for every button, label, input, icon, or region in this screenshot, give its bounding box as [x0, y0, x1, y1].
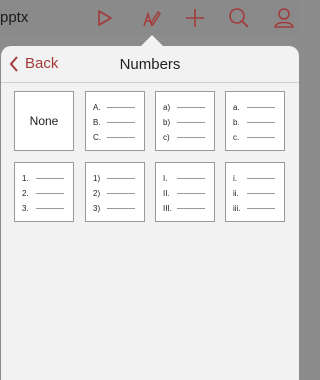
numbering-lower-letter-paren-tile[interactable]: a) b) c) — [155, 91, 215, 151]
list-item: A. — [93, 101, 135, 113]
list-item: b) — [163, 116, 205, 128]
popover-title: Numbers — [119, 56, 181, 73]
list-item: a. — [233, 101, 275, 113]
numbering-lower-letter-period-tile[interactable]: a. b. c. — [225, 91, 285, 151]
user-icon[interactable] — [272, 6, 296, 30]
list-item: 1. — [22, 172, 64, 184]
add-icon[interactable] — [183, 6, 207, 30]
none-label: None — [29, 114, 59, 128]
list-item: i. — [233, 172, 275, 184]
list-item: I. — [163, 172, 205, 184]
list-item: 2. — [22, 187, 64, 199]
numbering-upper-letter-period-tile[interactable]: A. B. C. — [85, 91, 145, 151]
list-item: C. — [93, 131, 135, 143]
list-item: II. — [163, 187, 205, 199]
list-item: III. — [163, 202, 205, 214]
list-item: iii. — [233, 202, 275, 214]
numbering-lower-roman-period-tile[interactable]: i. ii. iii. — [225, 162, 285, 222]
list-item: 2) — [93, 187, 135, 199]
search-icon[interactable] — [227, 6, 251, 30]
popover-arrow — [141, 35, 163, 46]
list-item: a) — [163, 101, 205, 113]
list-item: c) — [163, 131, 205, 143]
numbers-popover: Back Numbers None A. B. C. a) b) c) a. b… — [1, 46, 299, 380]
numbering-number-paren-tile[interactable]: 1) 2) 3) — [85, 162, 145, 222]
numbering-none-tile[interactable]: None — [14, 91, 74, 151]
list-item: B. — [93, 116, 135, 128]
list-item: c. — [233, 131, 275, 143]
pen-icon[interactable] — [139, 6, 163, 30]
list-item: 1) — [93, 172, 135, 184]
list-item: b. — [233, 116, 275, 128]
list-item: 3. — [22, 202, 64, 214]
play-icon[interactable] — [92, 6, 116, 30]
list-item: 3) — [93, 202, 135, 214]
numbering-number-period-tile[interactable]: 1. 2. 3. — [14, 162, 74, 222]
list-item: ii. — [233, 187, 275, 199]
numbering-upper-roman-period-tile[interactable]: I. II. III. — [155, 162, 215, 222]
app-toolbar: pptx — [0, 0, 300, 36]
popover-header: Back Numbers — [1, 46, 299, 83]
file-name: pptx — [0, 9, 29, 26]
